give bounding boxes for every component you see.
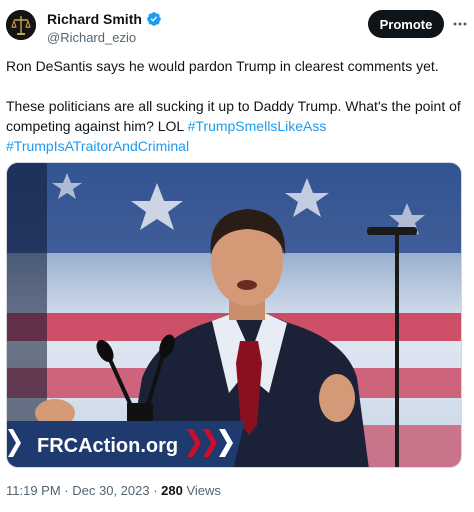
tweet-card: Richard Smith @Richard_ezio Promote Ron … xyxy=(0,0,474,512)
speaker-photo: FRCAction.org xyxy=(7,163,461,467)
meta-separator: · xyxy=(149,483,162,498)
avatar[interactable] xyxy=(6,10,36,40)
hashtag-link[interactable]: #TrumpIsATraitorAndCriminal xyxy=(6,138,189,154)
tweet-line-2: These politicians are all sucking it up … xyxy=(6,98,461,114)
views-count[interactable]: 280 xyxy=(161,483,183,498)
author-info: Richard Smith @Richard_ezio xyxy=(47,10,162,45)
tweet-line-1: Ron DeSantis says he would pardon Trump … xyxy=(6,58,439,74)
views-label: Views xyxy=(182,483,221,498)
tweet-line-4: #TrumpIsATraitorAndCriminal xyxy=(6,136,466,156)
tweet-text: Ron DeSantis says he would pardon Trump … xyxy=(6,56,466,156)
tweet-meta: 11:19 PM · Dec 30, 2023 · 280 Views xyxy=(6,483,221,498)
tweet-line-3: competing against him? LOL #TrumpSmellsL… xyxy=(6,116,466,136)
tweet-line-3-text: competing against him? LOL xyxy=(6,118,188,134)
promote-button[interactable]: Promote xyxy=(368,10,444,38)
meta-separator: · xyxy=(60,483,73,498)
author-handle[interactable]: @Richard_ezio xyxy=(47,30,162,45)
more-options-icon xyxy=(453,22,467,26)
more-options-button[interactable] xyxy=(450,12,470,36)
author-display-name[interactable]: Richard Smith xyxy=(47,11,142,27)
verified-badge-icon[interactable] xyxy=(146,11,162,27)
tweet-date[interactable]: Dec 30, 2023 xyxy=(72,483,149,498)
name-row: Richard Smith xyxy=(47,10,162,28)
hashtag-link[interactable]: #TrumpSmellsLikeAss xyxy=(188,118,327,134)
tweet-photo[interactable]: FRCAction.org xyxy=(6,162,462,468)
podium-sign-text: FRCAction.org xyxy=(37,435,178,457)
tweet-time[interactable]: 11:19 PM xyxy=(6,483,61,498)
scales-of-justice-icon xyxy=(6,10,36,40)
